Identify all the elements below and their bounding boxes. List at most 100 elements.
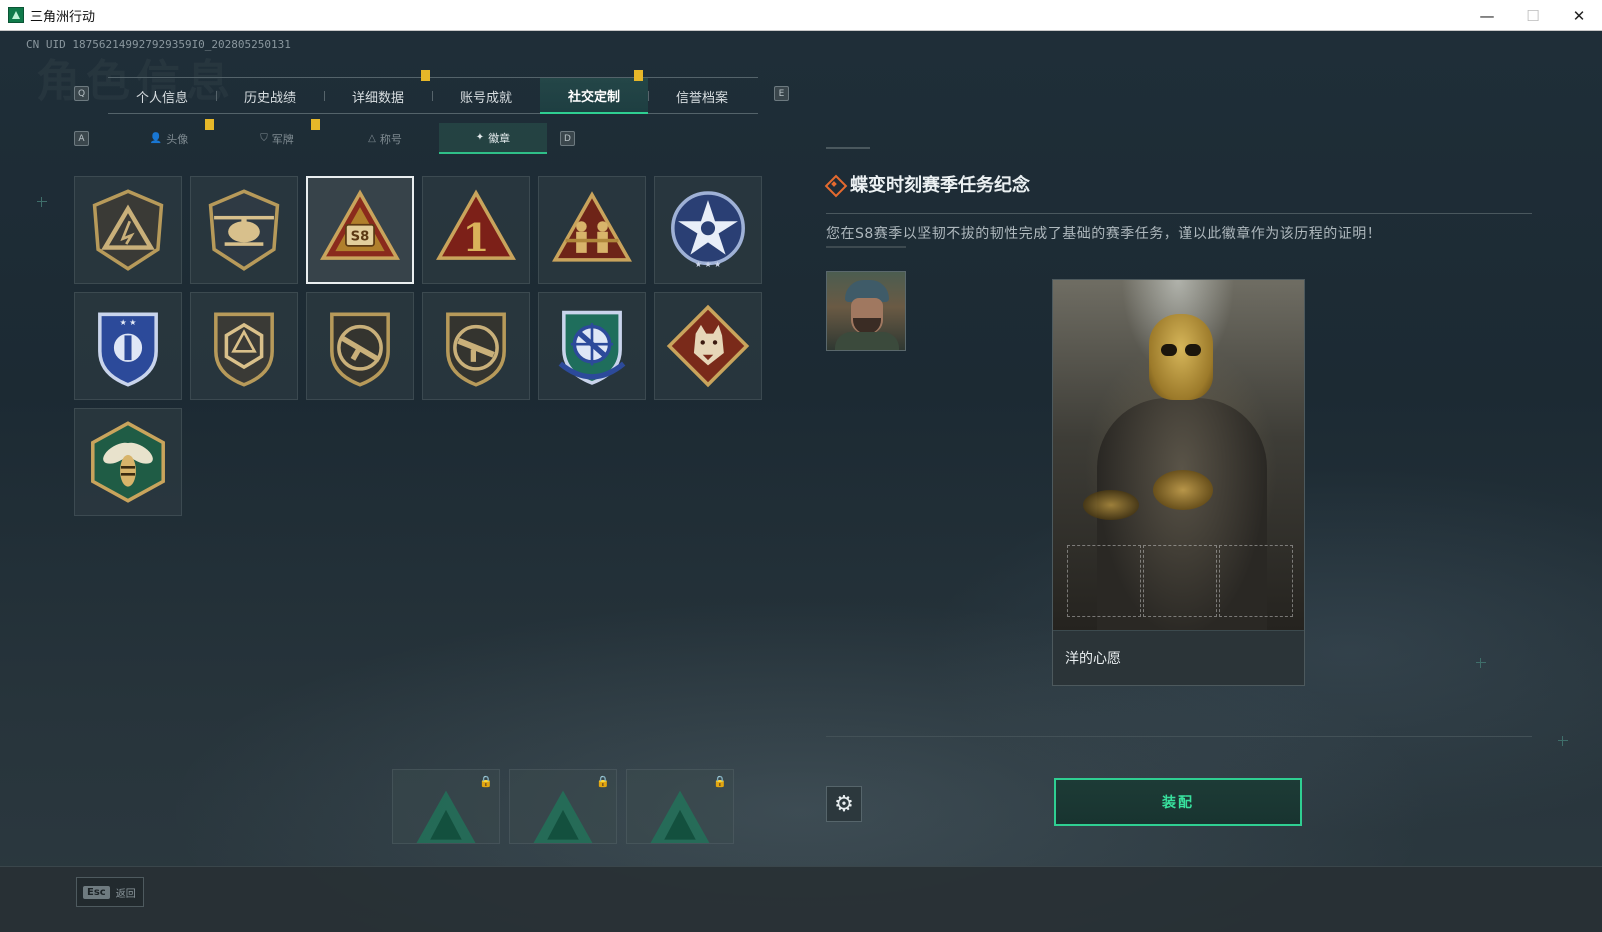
triangle-emblem-icon [92, 189, 164, 271]
deco-cross-icon [1558, 736, 1568, 746]
locked-badge-slot[interactable]: 🔒 [509, 769, 617, 844]
blue-shield-emblem-icon: ★ ★ [98, 312, 158, 387]
number-one-emblem-icon: 1 [436, 189, 516, 261]
wolf-diamond-emblem-icon [666, 304, 750, 388]
equip-button[interactable]: 装配 [1054, 778, 1302, 826]
close-button[interactable]: ✕ [1556, 0, 1602, 31]
badge-title: 蝶变时刻赛季任务纪念 [850, 175, 1030, 196]
tab-label: 历史战绩 [243, 90, 296, 106]
badge-s8-label: S8 [351, 230, 370, 245]
crosshair-shield-emblem-icon [558, 310, 626, 385]
subtab-title[interactable]: △ 称号 [331, 123, 439, 154]
new-flag-icon [311, 119, 320, 130]
smg-shield-emblem-icon [446, 312, 506, 387]
person-icon: 👤 [149, 133, 163, 144]
badge-cell[interactable] [74, 176, 182, 284]
badge-cell[interactable] [538, 292, 646, 400]
badge-cell[interactable] [654, 292, 762, 400]
title-divider [826, 213, 1532, 214]
tab-social-custom[interactable]: 社交定制 [540, 70, 648, 114]
slot-placeholder-icon [416, 790, 476, 843]
badge-cell[interactable] [538, 176, 646, 284]
player-uid: CN UID 187562149927929359I0_202805250131 [26, 38, 291, 51]
back-label: 返回 [115, 888, 136, 900]
subtab-dogtag[interactable]: ⛉ 军牌 [223, 119, 331, 154]
tab-label: 个人信息 [135, 90, 188, 106]
badge-cell[interactable]: ★ ★ [74, 292, 182, 400]
card-name: 洋的心愿 [1065, 651, 1121, 667]
subtab-badge[interactable]: ✦ 徽章 [439, 123, 547, 154]
tab-label: 详细数据 [351, 90, 404, 106]
card-art-gold-detail [1153, 470, 1213, 510]
badge-title-row: 蝶变时刻赛季任务纪念 [826, 171, 1030, 197]
prev-tab-key[interactable]: Q [74, 86, 89, 101]
subtab-label: 称号 [379, 132, 402, 146]
description-deco-line [826, 246, 906, 248]
tab-achievements[interactable]: 账号成就 [432, 78, 540, 114]
wasp-hex-emblem-icon [91, 421, 165, 503]
s8-triangle-emblem-icon: S8 [320, 189, 400, 260]
subtab-label: 头像 [166, 132, 189, 146]
subtab-label: 徽章 [488, 131, 511, 145]
triangle-icon: △ [368, 133, 376, 144]
settings-button[interactable]: ⚙ [826, 786, 862, 822]
badge-cell[interactable] [74, 408, 182, 516]
tab-personal-info[interactable]: 个人信息 [108, 78, 216, 114]
badge-description: 您在S8赛季以坚韧不拔的韧性完成了基础的赛季任务，谨以此徽章作为该历程的证明！ [826, 226, 1382, 242]
header-deco-line [826, 147, 870, 149]
gold-hex-emblem-icon [214, 312, 274, 387]
badge-placeholder-frame [1143, 545, 1217, 617]
svg-text:★ ★ ★: ★ ★ ★ [695, 260, 721, 269]
next-subtab-key[interactable]: D [560, 131, 575, 146]
new-flag-icon [634, 70, 643, 81]
badge-cell[interactable] [306, 292, 414, 400]
subtab-avatar[interactable]: 👤 头像 [115, 119, 223, 154]
avatar-body [835, 332, 899, 350]
locked-badge-slot[interactable]: 🔒 [392, 769, 500, 844]
window-controls: — ☐ ✕ [1464, 0, 1602, 31]
slot-placeholder-icon [650, 790, 710, 843]
badge-cell-selected[interactable]: S8 [306, 176, 414, 284]
svg-text:★ ★: ★ ★ [120, 318, 137, 327]
slot-placeholder-icon [533, 790, 593, 843]
minimize-button[interactable]: — [1464, 0, 1510, 31]
prev-subtab-key[interactable]: A [74, 131, 89, 146]
gear-icon: ⚙ [834, 791, 854, 817]
locked-badge-slot[interactable]: 🔒 [626, 769, 734, 844]
back-button[interactable]: Esc 返回 [76, 877, 144, 907]
badge-cell[interactable]: ★ ★ ★ [654, 176, 762, 284]
sub-tabs: 👤 头像 ⛉ 军牌 △ 称号 ✦ 徽章 [115, 119, 547, 154]
rifle-shield-emblem-icon [330, 312, 390, 387]
equip-button-label: 装配 [1162, 795, 1194, 811]
lock-icon: 🔒 [596, 775, 610, 788]
tab-reputation[interactable]: 信誉档案 [648, 78, 756, 114]
tab-detailed-stats[interactable]: 详细数据 [324, 70, 432, 114]
diamond-icon [826, 176, 842, 192]
next-tab-key[interactable]: E [774, 86, 789, 101]
tab-match-history[interactable]: 历史战绩 [216, 78, 324, 114]
wings-icon: ✦ [475, 132, 485, 143]
badge-cell[interactable] [422, 292, 530, 400]
badge-placeholder-frame [1219, 545, 1293, 617]
operator-avatar[interactable] [826, 271, 906, 351]
game-viewport: 角色信息 CN UID 187562149927929359I0_2028052… [0, 31, 1602, 932]
badge-cell[interactable]: 1 [422, 176, 530, 284]
deco-cross-icon [37, 197, 47, 207]
badge-cell[interactable] [190, 176, 298, 284]
badge-one-label: 1 [463, 216, 490, 261]
operator-card-art [1053, 280, 1304, 638]
soldiers-emblem-icon [552, 191, 632, 262]
window-titlebar: 三角洲行动 — ☐ ✕ [0, 0, 1602, 31]
esc-key: Esc [83, 885, 110, 899]
tab-label: 账号成就 [459, 90, 512, 106]
maximize-button[interactable]: ☐ [1510, 0, 1556, 31]
deco-cross-icon [1476, 658, 1486, 668]
blue-star-emblem-icon: ★ ★ ★ [671, 191, 745, 269]
card-art-gold-detail [1083, 490, 1139, 520]
tab-label: 社交定制 [567, 89, 620, 105]
badge-cell[interactable] [190, 292, 298, 400]
lock-icon: 🔒 [713, 775, 727, 788]
new-flag-icon [205, 119, 214, 130]
new-flag-icon [421, 70, 430, 81]
operator-card[interactable]: 洋的心愿 [1052, 279, 1305, 686]
